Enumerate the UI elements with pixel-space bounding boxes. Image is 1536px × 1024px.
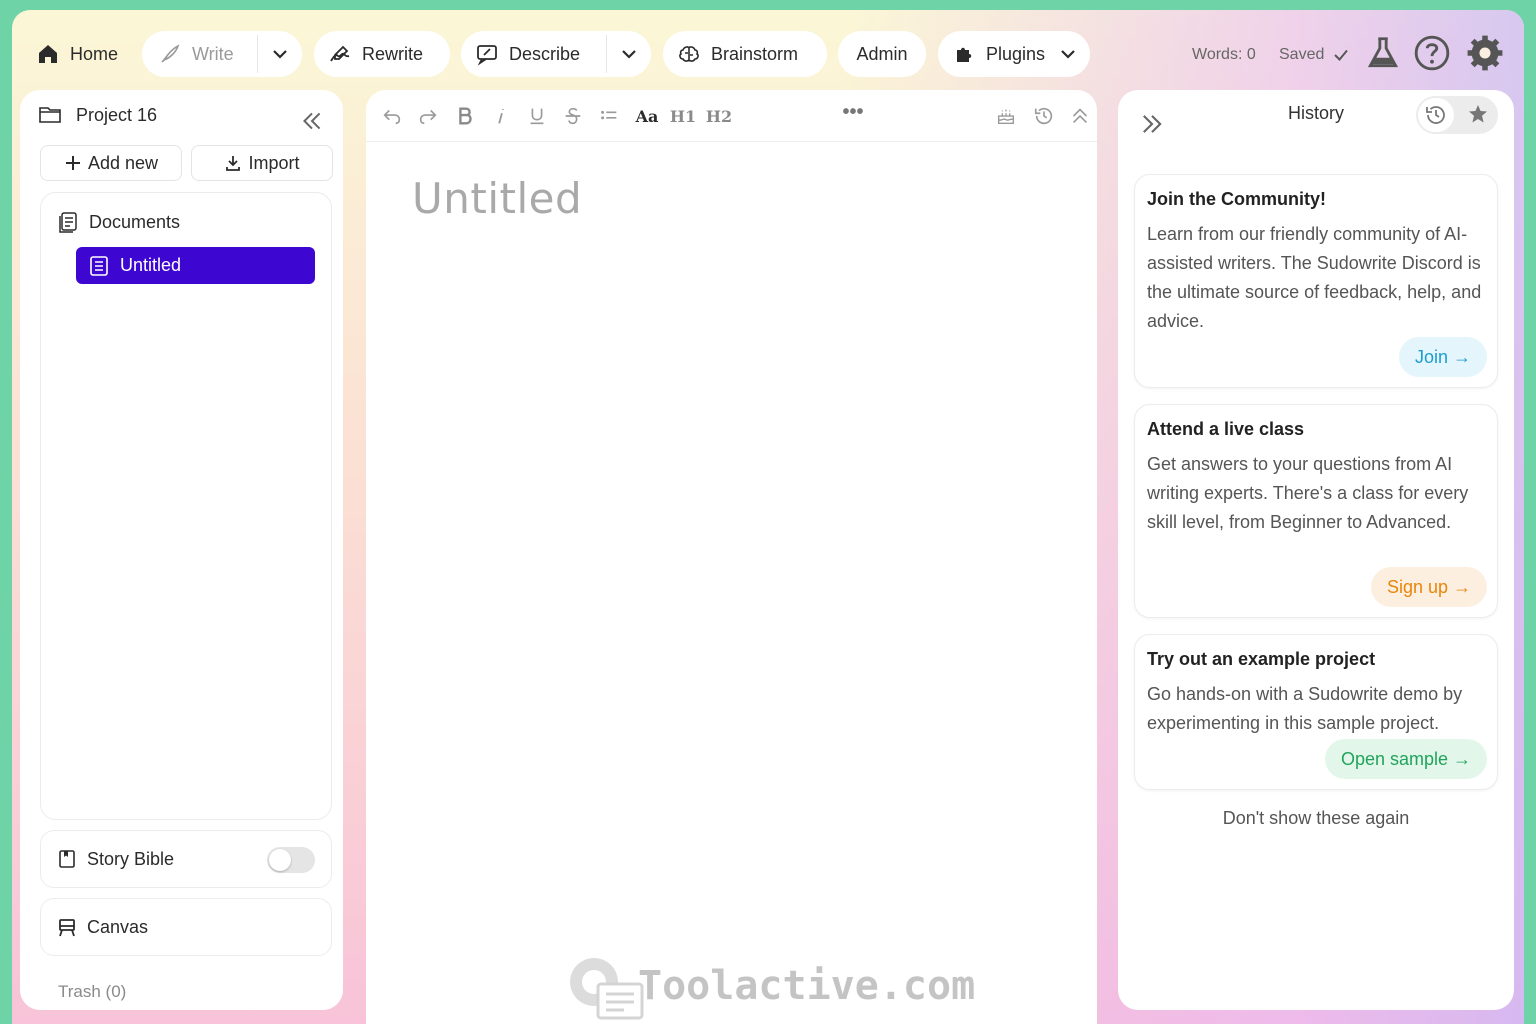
history-favorites-toggle[interactable] (1416, 96, 1498, 134)
editor-panel: Aa H1 H2 ••• Untitled Toolactive.com (366, 90, 1097, 1024)
tip-body: Get answers to your questions from AI wr… (1147, 454, 1469, 532)
italic-icon[interactable] (489, 104, 513, 128)
story-bible-label: Story Bible (87, 848, 175, 869)
open-sample-button[interactable]: Open sample → (1324, 739, 1487, 779)
canvas-card[interactable]: Canvas (40, 898, 332, 956)
watermark-text: Toolactive.com (638, 963, 976, 1009)
gear-icon[interactable] (1466, 34, 1504, 72)
document-title-field[interactable]: Untitled (412, 174, 582, 223)
undo-icon[interactable] (380, 104, 404, 128)
download-icon (226, 156, 241, 171)
font-size-button[interactable]: Aa (634, 104, 660, 128)
plus-icon (65, 156, 80, 170)
describe-label: Describe (509, 43, 581, 64)
home-button[interactable]: Home (26, 31, 128, 77)
admin-button[interactable]: Admin (838, 31, 926, 77)
chevron-down-icon[interactable] (268, 42, 290, 64)
app-window: Home Write Rewrite Describe Brainstorm A… (12, 10, 1524, 1024)
story-bible-toggle[interactable] (267, 847, 315, 873)
rewrite-button[interactable]: Rewrite (314, 31, 450, 77)
history-icon[interactable] (1418, 98, 1454, 132)
rewrite-icon (328, 42, 352, 66)
project-title: Project 16 (38, 104, 157, 126)
tip-title: Attend a live class (1147, 419, 1305, 439)
dont-show-again-link[interactable]: Don't show these again (1118, 808, 1514, 829)
divider (606, 35, 607, 73)
chevron-down-icon (1056, 42, 1078, 64)
tip-card: Try out an example project Go hands-on w… (1134, 634, 1498, 790)
puzzle-icon (952, 42, 976, 66)
home-icon (36, 42, 60, 66)
folder-icon (39, 107, 61, 123)
sign-up-button[interactable]: Sign up → (1370, 567, 1487, 607)
tip-card: Attend a live class Get answers to your … (1134, 404, 1498, 618)
history-icon[interactable] (1032, 104, 1056, 128)
history-panel: History Join the Community! Learn from o… (1118, 90, 1514, 1010)
tip-title: Try out an example project (1147, 649, 1376, 669)
documents-header[interactable]: Documents (57, 211, 180, 233)
home-label: Home (70, 43, 119, 64)
documents-tree: Documents Untitled (40, 192, 332, 820)
trash-link[interactable]: Trash (0) (58, 982, 126, 1002)
write-label: Write (192, 43, 234, 64)
import-label: Import (248, 152, 300, 173)
star-icon[interactable] (1466, 102, 1492, 128)
rewrite-label: Rewrite (362, 43, 424, 64)
checkmark-icon (1332, 46, 1350, 64)
heading-2-button[interactable]: H2 (706, 104, 732, 128)
add-new-label: Add new (87, 152, 159, 173)
watermark: Toolactive.com (558, 948, 975, 1024)
add-new-button[interactable]: Add new (40, 145, 182, 181)
gear-logo-icon (570, 958, 644, 1020)
admin-label: Admin (856, 43, 908, 64)
toggle-knob (269, 849, 291, 871)
documents-icon (59, 212, 77, 233)
redo-icon[interactable] (416, 104, 440, 128)
tip-body: Learn from our friendly community of AI-… (1147, 224, 1482, 331)
bold-icon[interactable] (453, 104, 477, 128)
format-toolbar: Aa H1 H2 ••• (366, 90, 1097, 142)
collapse-sidebar-icon[interactable] (299, 108, 325, 134)
write-button[interactable]: Write (142, 31, 302, 77)
more-options-button[interactable]: ••• (836, 100, 870, 124)
underline-icon[interactable] (525, 104, 549, 128)
collapse-up-icon[interactable] (1068, 104, 1092, 128)
project-sidebar: Project 16 Add new Import Documents Unti… (20, 90, 343, 1010)
project-name: Project 16 (76, 104, 158, 125)
word-count: Words: 0 (1192, 46, 1256, 63)
import-button[interactable]: Import (191, 145, 333, 181)
document-label: Untitled (120, 255, 182, 275)
easel-icon (59, 919, 75, 937)
flask-icon[interactable] (1364, 34, 1402, 72)
join-button[interactable]: Join → (1398, 337, 1487, 377)
quill-icon (158, 42, 182, 66)
tip-body: Go hands-on with a Sudowrite demo by exp… (1147, 684, 1463, 733)
brainstorm-button[interactable]: Brainstorm (663, 31, 827, 77)
describe-button[interactable]: Describe (461, 31, 651, 77)
document-item[interactable]: Untitled (76, 247, 315, 284)
bullet-list-icon[interactable] (597, 104, 621, 128)
top-toolbar: Home Write Rewrite Describe Brainstorm A… (12, 10, 1524, 90)
tip-card: Join the Community! Learn from our frien… (1134, 174, 1498, 388)
divider (257, 35, 258, 73)
describe-icon (475, 42, 499, 66)
tip-title: Join the Community! (1147, 189, 1326, 209)
plugins-label: Plugins (986, 43, 1046, 64)
chevron-down-icon[interactable] (617, 42, 639, 64)
help-icon[interactable] (1413, 34, 1451, 72)
save-status: Saved (1279, 46, 1325, 63)
documents-label: Documents (89, 211, 181, 232)
story-bible-card[interactable]: Story Bible (40, 830, 332, 888)
strikethrough-icon[interactable] (561, 104, 585, 128)
document-icon (90, 255, 108, 276)
brainstorm-label: Brainstorm (711, 43, 799, 64)
canvas-label: Canvas (87, 916, 149, 937)
book-icon (59, 850, 75, 868)
plugins-button[interactable]: Plugins (938, 31, 1090, 77)
cake-icon[interactable] (994, 104, 1018, 128)
heading-1-button[interactable]: H1 (670, 104, 696, 128)
brain-icon (677, 42, 701, 66)
